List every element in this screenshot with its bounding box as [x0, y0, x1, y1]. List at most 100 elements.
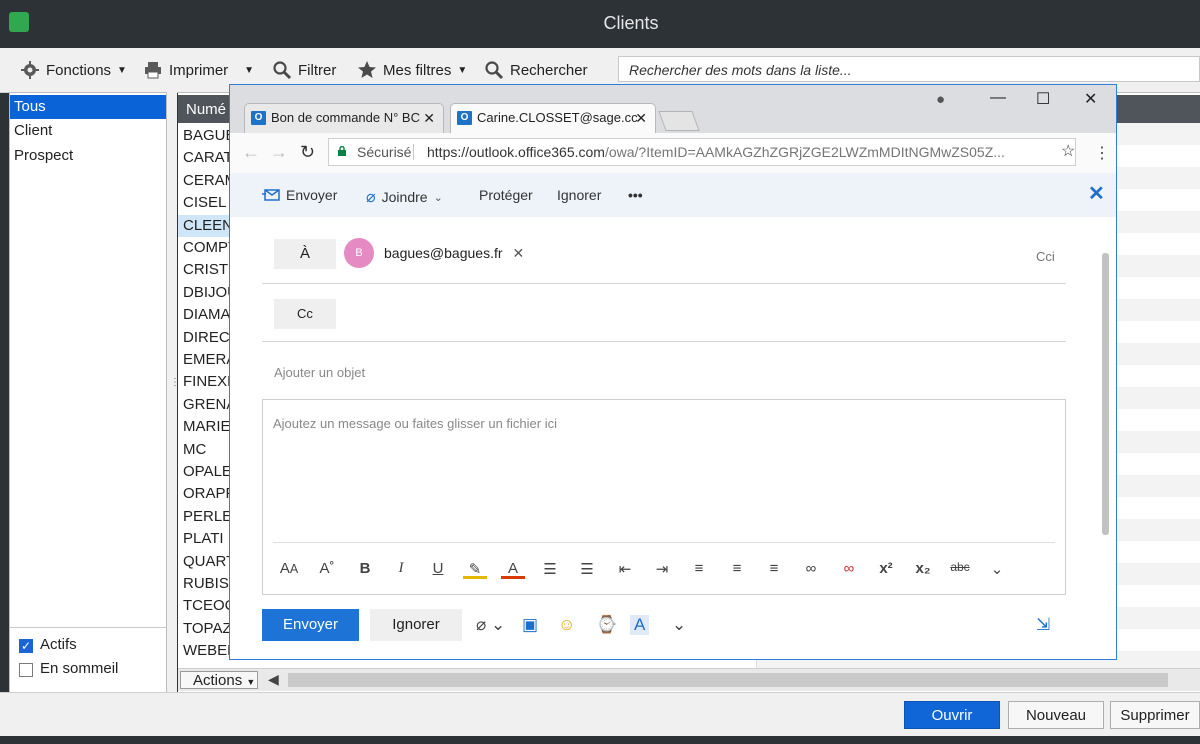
- reload-icon[interactable]: ↻: [300, 142, 315, 163]
- chevron-down-icon: ▼: [117, 64, 127, 76]
- scroll-left-icon[interactable]: ◀: [268, 671, 279, 688]
- nouveau-button[interactable]: Nouveau: [1008, 701, 1104, 729]
- actifs-label: Actifs: [40, 636, 77, 653]
- insert-picture-icon[interactable]: ▣: [522, 615, 538, 635]
- close-compose-icon[interactable]: ✕: [1088, 181, 1105, 206]
- new-tab-button[interactable]: [658, 111, 700, 131]
- ouvrir-button[interactable]: Ouvrir: [904, 701, 1000, 729]
- bcc-link[interactable]: Cci: [1036, 249, 1055, 264]
- forward-icon[interactable]: →: [270, 142, 288, 163]
- cc-button[interactable]: Cc: [274, 299, 336, 329]
- underline-icon[interactable]: U: [426, 560, 450, 577]
- send-command[interactable]: Envoyer: [262, 187, 337, 203]
- send-command-label: Envoyer: [286, 187, 338, 203]
- bookmark-star-icon[interactable]: ☆: [1061, 139, 1075, 165]
- remove-link-icon[interactable]: ∞: [837, 560, 861, 577]
- font-size-icon[interactable]: AA: [277, 560, 301, 577]
- back-icon[interactable]: ←: [242, 142, 260, 163]
- vertical-scrollbar[interactable]: [1102, 253, 1109, 535]
- grow-font-icon[interactable]: A˚: [315, 560, 339, 577]
- category-item-client[interactable]: Client: [10, 119, 166, 143]
- actifs-checkbox[interactable]: ✓: [19, 639, 33, 653]
- gear-icon: [21, 61, 39, 79]
- chevron-down-icon[interactable]: ⌄: [672, 615, 686, 635]
- tab-carine-closset[interactable]: O Carine.CLOSSET@sage.cc ✕: [450, 103, 656, 133]
- url-text: https://outlook.office365.com/owa/?ItemI…: [427, 139, 1005, 165]
- close-icon[interactable]: ✕: [423, 104, 435, 132]
- highlight-icon[interactable]: ✎: [463, 560, 487, 579]
- mes-filtres-button[interactable]: Mes filtres ▼: [357, 58, 467, 82]
- attach-command[interactable]: ⌀ Joindre ⌄: [366, 187, 443, 207]
- category-item-tous[interactable]: Tous: [10, 95, 166, 119]
- message-body[interactable]: Ajoutez un message ou faites glisser un …: [262, 399, 1066, 595]
- fonctions-label: Fonctions: [46, 61, 112, 79]
- increase-indent-icon[interactable]: ⇥: [650, 560, 674, 578]
- profile-icon[interactable]: ●: [936, 91, 945, 108]
- format-divider: [273, 542, 1055, 543]
- send-button[interactable]: Envoyer: [262, 609, 359, 641]
- subject-input[interactable]: Ajouter un objet: [274, 365, 365, 380]
- subscript-icon[interactable]: x₂: [911, 560, 935, 577]
- fonctions-button[interactable]: Fonctions ▼: [20, 58, 127, 82]
- attach-icon[interactable]: ⌀ ⌄: [476, 615, 505, 635]
- minimize-icon[interactable]: —: [990, 89, 1006, 107]
- chevron-down-icon: ⌄: [433, 191, 443, 204]
- numbering-icon[interactable]: ☰: [575, 560, 599, 578]
- remove-recipient-icon[interactable]: ✕: [513, 245, 525, 262]
- superscript-icon[interactable]: x²: [874, 560, 898, 577]
- bullets-icon[interactable]: ☰: [538, 560, 562, 578]
- avatar: B: [344, 238, 374, 268]
- emoji-icon[interactable]: ☺: [558, 615, 575, 635]
- send-mail-icon: [262, 189, 280, 201]
- owa-command-bar: Envoyer ⌀ Joindre ⌄ Protéger Ignorer •••…: [230, 173, 1116, 217]
- font-color-icon[interactable]: A: [501, 560, 525, 579]
- align-center-icon[interactable]: ≡: [725, 560, 749, 577]
- formatting-toolbar: AA A˚ B I U ✎ A ☰ ☰ ⇤ ⇥ ≡ ≡ ≡ ∞ ∞ x² x₂ …: [277, 560, 1057, 584]
- discard-command[interactable]: Ignorer: [557, 187, 601, 203]
- url-input[interactable]: Sécurisé https://outlook.office365.com/o…: [328, 138, 1076, 166]
- en-sommeil-checkbox[interactable]: [19, 663, 33, 677]
- chevron-down-icon: ▼: [244, 64, 255, 76]
- body-placeholder: Ajoutez un message ou faites glisser un …: [273, 416, 557, 431]
- link-icon[interactable]: ∞: [799, 560, 823, 577]
- rechercher-button[interactable]: Rechercher: [484, 58, 588, 82]
- actions-dropdown[interactable]: Actions ▼: [180, 671, 258, 689]
- search-icon: [273, 61, 292, 80]
- protect-command[interactable]: Protéger: [479, 187, 533, 203]
- recipient-chip[interactable]: B bagues@bagues.fr ✕: [344, 235, 524, 271]
- bottom-strip: [0, 736, 1200, 744]
- column-header-label: Numé: [186, 101, 227, 118]
- category-item-prospect[interactable]: Prospect: [10, 144, 166, 168]
- schedule-icon[interactable]: ⌚: [596, 615, 617, 635]
- en-sommeil-label: En sommeil: [40, 660, 119, 677]
- close-window-icon[interactable]: ✕: [1084, 89, 1097, 109]
- strikethrough-icon[interactable]: abc: [948, 560, 972, 574]
- close-icon[interactable]: ✕: [635, 104, 647, 132]
- align-right-icon[interactable]: ≡: [762, 560, 786, 577]
- maximize-icon[interactable]: ☐: [1036, 89, 1050, 109]
- to-button[interactable]: À: [274, 239, 336, 269]
- star-icon: [358, 61, 376, 78]
- list-search-input[interactable]: Rechercher des mots dans la liste...: [618, 56, 1200, 82]
- splitter-grip-icon: ⋮: [170, 378, 180, 400]
- chevron-down-icon[interactable]: ⌄: [985, 560, 1009, 578]
- browser-menu-icon[interactable]: ⋮: [1094, 143, 1110, 163]
- more-options-icon[interactable]: •••: [628, 187, 643, 203]
- editor-icon[interactable]: A: [630, 615, 650, 635]
- align-left-icon[interactable]: ≡: [687, 560, 711, 577]
- imprimer-button[interactable]: Imprimer ▼: [143, 58, 254, 82]
- tab-bon-de-commande[interactable]: O Bon de commande N° BC ✕: [244, 103, 444, 133]
- supprimer-button[interactable]: Supprimer: [1110, 701, 1200, 729]
- attach-command-label: Joindre: [381, 189, 428, 205]
- filtrer-label: Filtrer: [298, 61, 337, 79]
- italic-icon[interactable]: I: [389, 560, 413, 577]
- divider: [262, 283, 1066, 284]
- decrease-indent-icon[interactable]: ⇤: [613, 560, 637, 578]
- pop-out-icon[interactable]: ⇲: [1036, 615, 1050, 635]
- discard-button[interactable]: Ignorer: [370, 609, 462, 641]
- scroll-thumb[interactable]: [288, 673, 1168, 687]
- bold-icon[interactable]: B: [353, 560, 377, 577]
- horizontal-scrollbar[interactable]: Actions ▼ ◀: [178, 668, 1200, 691]
- filtrer-button[interactable]: Filtrer: [272, 58, 336, 82]
- recipient-email: bagues@bagues.fr: [384, 245, 503, 261]
